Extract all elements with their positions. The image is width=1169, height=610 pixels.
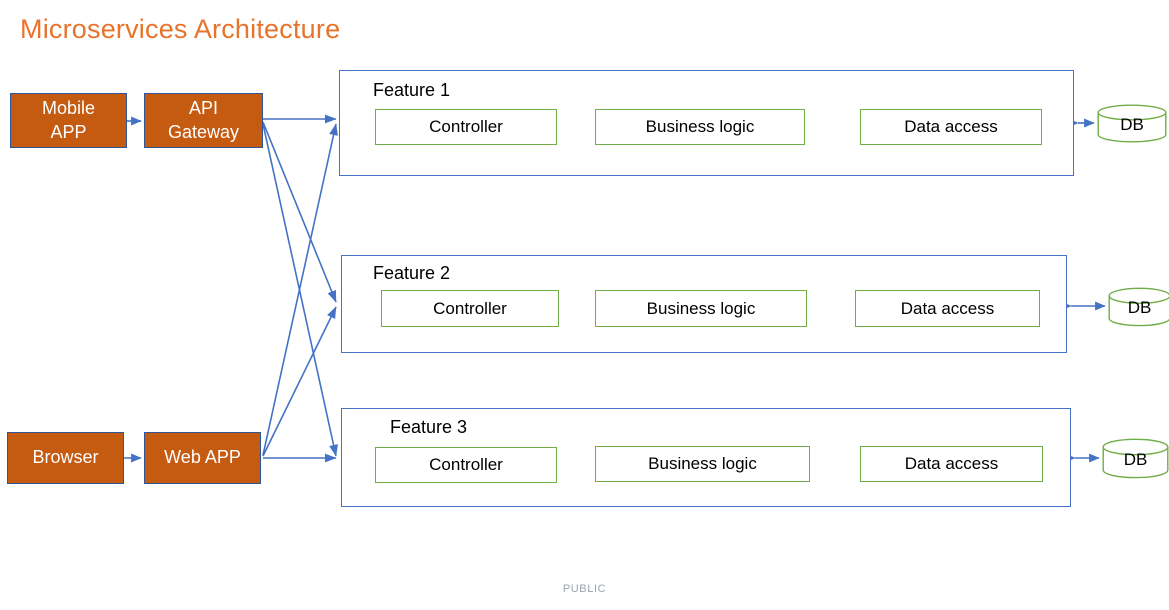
arrow-webapp-to-feature-2 [262, 306, 337, 457]
feature-3-layer-business-logic[interactable]: Business logic [595, 446, 810, 482]
client-box-label: Browser [32, 447, 99, 468]
feature-3-layer-data-access[interactable]: Data access [860, 446, 1043, 482]
feature-title-1: Feature 1 [373, 80, 451, 100]
footer-classification: PUBLIC [562, 583, 607, 595]
layer-label: Controller [429, 455, 503, 474]
database-cylinder-3[interactable]: DB [1102, 438, 1169, 479]
diagram-canvas: Microservices Architecture Mobile APP AP… [0, 0, 1169, 610]
client-box-web-app[interactable]: Web APP [144, 432, 261, 484]
client-box-label: Mobile APP [41, 98, 96, 142]
feature-2-layer-business-logic[interactable]: Business logic [595, 290, 807, 327]
client-box-label: API Gateway [167, 98, 240, 142]
layer-label: Business logic [646, 298, 756, 318]
database-cylinder-2[interactable]: DB [1108, 287, 1169, 327]
feature-title-2: Feature 2 [373, 263, 451, 283]
layer-label: Controller [429, 117, 503, 136]
cylinder-icon [1097, 104, 1167, 143]
client-box-browser[interactable]: Browser [7, 432, 124, 484]
arrow-webapp-to-feature-1 [262, 123, 338, 456]
feature-title-3: Feature 3 [390, 417, 468, 437]
feature-3-layer-controller[interactable]: Controller [375, 447, 557, 483]
layer-label: Data access [900, 298, 995, 318]
arrow-gateway-to-feature-3 [262, 123, 338, 457]
client-box-mobile-app[interactable]: Mobile APP [10, 93, 127, 148]
arrow-gateway-to-feature-2 [262, 121, 337, 303]
client-box-api-gateway[interactable]: API Gateway [144, 93, 263, 148]
layer-label: Data access [904, 454, 999, 473]
layer-label: Data access [904, 117, 998, 136]
database-cylinder-1[interactable]: DB [1097, 104, 1167, 143]
cylinder-icon [1108, 287, 1169, 327]
client-box-label: Web APP [164, 447, 241, 468]
cylinder-icon [1102, 438, 1169, 479]
feature-1-layer-controller[interactable]: Controller [375, 109, 557, 145]
layer-label: Controller [433, 298, 507, 318]
feature-2-layer-controller[interactable]: Controller [381, 290, 559, 327]
feature-2-layer-data-access[interactable]: Data access [855, 290, 1040, 327]
layer-label: Business logic [648, 454, 757, 473]
page-title: Microservices Architecture [20, 14, 341, 44]
feature-1-layer-business-logic[interactable]: Business logic [595, 109, 805, 145]
layer-label: Business logic [645, 117, 755, 136]
feature-1-layer-data-access[interactable]: Data access [860, 109, 1042, 145]
